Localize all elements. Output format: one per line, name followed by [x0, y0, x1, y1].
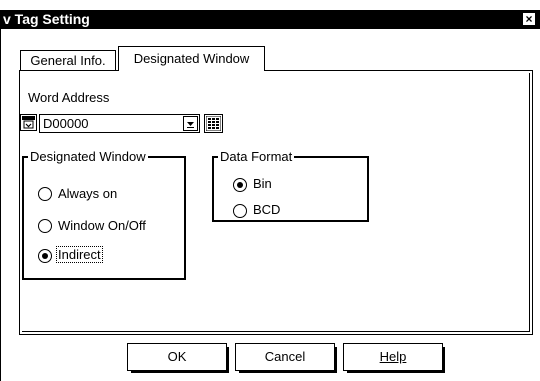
radio-bin[interactable] [233, 178, 247, 192]
radio-bin-dot [237, 182, 243, 188]
word-address-value: D00000 [43, 116, 89, 131]
radio-window-on-off[interactable] [38, 219, 52, 233]
title-bar: v Tag Setting × [0, 10, 540, 29]
data-format-group-label: Data Format [218, 149, 295, 164]
window-title: v Tag Setting [3, 11, 90, 27]
radio-indirect-label: Indirect [56, 246, 103, 263]
designated-window-group-label: Designated Window [28, 149, 148, 164]
keypad-icon[interactable] [204, 114, 223, 133]
cancel-button[interactable]: Cancel [235, 343, 337, 373]
tab-general-info-label: General Info. [30, 53, 106, 68]
help-button-label: Help [379, 349, 407, 364]
radio-always-on-label: Always on [58, 186, 118, 201]
radio-window-on-off-label: Window On/Off [58, 218, 146, 233]
tab-designated-window[interactable]: Designated Window [118, 46, 265, 71]
word-address-combo[interactable]: D00000 [39, 114, 200, 133]
radio-indirect-text: Indirect [56, 246, 103, 263]
radio-always-on[interactable] [38, 187, 52, 201]
radio-bcd-label: BCD [253, 202, 281, 217]
radio-bcd[interactable] [233, 204, 247, 218]
ok-button[interactable]: OK [127, 343, 229, 373]
radio-indirect-dot [42, 253, 48, 259]
tab-general-info[interactable]: General Info. [20, 50, 116, 70]
word-address-label: Word Address [28, 90, 110, 105]
radio-indirect[interactable] [38, 249, 52, 263]
help-button[interactable]: Help [343, 343, 445, 373]
window-border [0, 29, 1, 381]
dropdown-arrow-icon[interactable] [183, 116, 198, 131]
close-icon[interactable]: × [522, 12, 536, 26]
tab-designated-window-label: Designated Window [133, 51, 250, 66]
radio-bin-label: Bin [253, 176, 272, 191]
address-input-icon[interactable] [20, 114, 37, 131]
